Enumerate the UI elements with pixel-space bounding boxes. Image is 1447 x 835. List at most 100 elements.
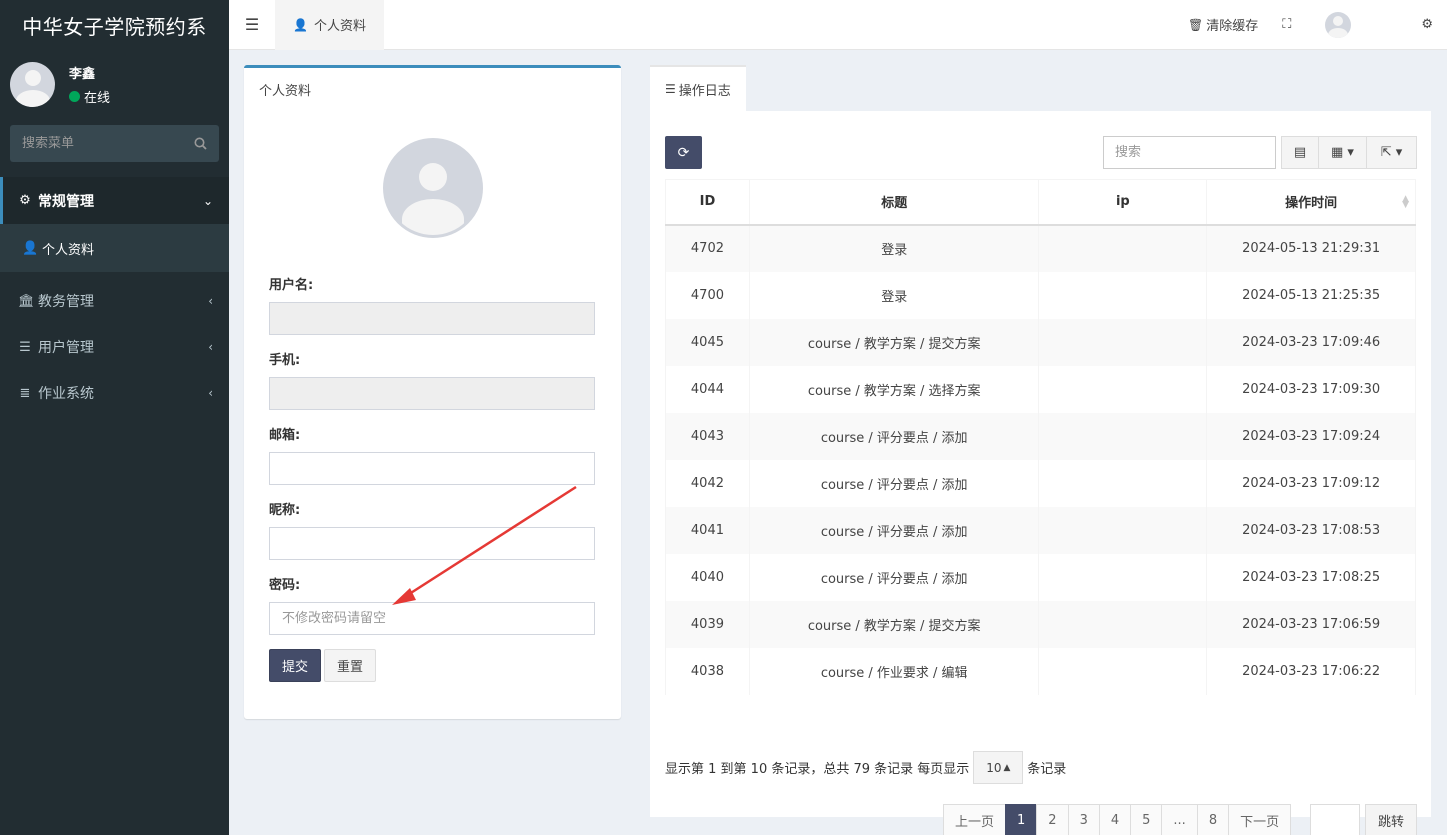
jump-page-input[interactable] [1310, 804, 1360, 835]
profile-card-title: 个人资料 [259, 84, 312, 99]
table-cell-ip [1038, 600, 1208, 648]
cogs-icon: ⚙ [19, 193, 31, 208]
column-header-ip[interactable]: ip [1038, 179, 1208, 226]
menu-toggle-icon[interactable]: ☰ [229, 0, 275, 50]
table-cell-id: 4040 [665, 553, 750, 601]
mobile-field[interactable] [269, 377, 595, 410]
table-row[interactable]: 4700 登录 2024-05-13 21:25:35 [665, 271, 1416, 319]
table-cell-title: 登录 [748, 224, 1040, 272]
table-cell-id: 4039 [665, 600, 750, 648]
page-button[interactable]: 4 [1098, 804, 1132, 835]
log-panel: ☰ 操作日志 ⟳ ▤ ▦ ▾ ⇱ ▾ ID 标题 ip 操作时间 ▲▼ [650, 65, 1431, 835]
column-header-id[interactable]: ID [665, 179, 750, 226]
table-cell-ip [1038, 365, 1208, 413]
table-row[interactable]: 4702 登录 2024-05-13 21:29:31 [665, 224, 1416, 272]
table-cell-title: course / 评分要点 / 添加 [748, 506, 1040, 554]
online-status-icon [69, 90, 80, 102]
username-field[interactable] [269, 302, 595, 335]
username-label: 用户名: [269, 278, 314, 293]
table-row[interactable]: 4038 course / 作业要求 / 编辑 2024-03-23 17:06:2… [665, 647, 1416, 695]
email-field[interactable] [269, 452, 595, 485]
table-row[interactable]: 4039 course / 教学方案 / 提交方案 2024-03-23 17:06… [665, 600, 1416, 648]
column-header-time[interactable]: 操作时间 ▲ ▼ [1206, 179, 1416, 226]
password-label: 密码: [269, 578, 301, 593]
settings-icon[interactable]: ⚙ [1409, 0, 1447, 50]
sidebar-item-homework[interactable]: ≣ 作业系统 ‹ [0, 370, 229, 416]
jump-button[interactable]: 跳转 [1365, 804, 1417, 835]
app-title[interactable]: 中华女子学院预约系 [0, 0, 229, 50]
page-size-select[interactable]: 10 ▲ [973, 751, 1024, 784]
table-cell-time: 2024-03-23 17:09:12 [1206, 459, 1416, 507]
clear-cache-label: 清除缓存 [1206, 19, 1259, 34]
user-name: 李鑫 [69, 66, 96, 82]
column-header-title[interactable]: 标题 [748, 179, 1040, 226]
toggle-view-button[interactable]: ▤ [1281, 136, 1319, 169]
table-row[interactable]: 4040 course / 评分要点 / 添加 2024-03-23 17:08:2… [665, 553, 1416, 601]
sidebar-item-label: 教务管理 [38, 294, 94, 310]
table-cell-ip [1038, 412, 1208, 460]
submit-button[interactable]: 提交 [269, 649, 321, 682]
table-row[interactable]: 4044 course / 教学方案 / 选择方案 2024-03-23 17:09… [665, 365, 1416, 413]
database-icon: ≣ [19, 385, 31, 401]
chevron-down-icon: ⌄ [202, 193, 213, 208]
page-button[interactable]: 1 [1005, 804, 1038, 835]
sidebar-menu: ⚙ 常规管理 ⌄ 👤 个人资料 🏛 教务管理 ‹ ☰ 用户管理 ‹ ≣ 作业系统… [0, 177, 229, 416]
fullscreen-icon[interactable]: ⛶ [1270, 0, 1303, 50]
prev-page-button[interactable]: 上一页 [943, 804, 1007, 835]
tab-profile[interactable]: 👤 个人资料 [275, 0, 384, 50]
export-button[interactable]: ⇱ ▾ [1367, 136, 1417, 169]
user-avatar-icon[interactable] [1325, 11, 1352, 38]
sidebar-search-input[interactable] [22, 136, 194, 151]
table-row[interactable]: 4041 course / 评分要点 / 添加 2024-03-23 17:08:5… [665, 506, 1416, 554]
page-button[interactable]: 5 [1130, 804, 1163, 835]
user-status: 在线 [69, 87, 110, 106]
list-icon: ☰ [19, 339, 31, 355]
sidebar-item-users[interactable]: ☰ 用户管理 ‹ [0, 324, 229, 370]
table-cell-title: course / 评分要点 / 添加 [748, 553, 1040, 601]
chevron-left-icon: ‹ [208, 294, 213, 308]
table-row[interactable]: 4045 course / 教学方案 / 提交方案 2024-03-23 17:09… [665, 318, 1416, 366]
table-cell-ip [1038, 459, 1208, 507]
user-icon: 👤 [293, 17, 308, 32]
sidebar-search [10, 125, 219, 162]
bank-icon: 🏛 [18, 293, 35, 309]
table-cell-id: 4041 [665, 506, 750, 554]
sort-icon[interactable]: ▲ ▼ [1402, 195, 1409, 210]
search-icon[interactable] [194, 137, 207, 150]
page-button[interactable]: 3 [1067, 804, 1100, 835]
table-cell-time: 2024-03-23 17:09:46 [1206, 318, 1416, 366]
clear-cache-button[interactable]: 🗑 清除缓存 [1176, 0, 1270, 50]
columns-button[interactable]: ▦ ▾ [1319, 136, 1367, 169]
page-button[interactable]: 2 [1036, 804, 1069, 835]
sidebar-item-profile[interactable]: 👤 个人资料 [0, 224, 229, 272]
table-cell-id: 4700 [665, 271, 750, 319]
list-icon: ☰ [665, 82, 676, 96]
user-panel: 李鑫 在线 [0, 50, 229, 118]
table-cell-time: 2024-03-23 17:06:22 [1206, 647, 1416, 695]
next-page-button[interactable]: 下一页 [1228, 804, 1292, 835]
trash-icon: 🗑 [1187, 17, 1204, 32]
table-row[interactable]: 4042 course / 评分要点 / 添加 2024-03-23 17:09:1… [665, 459, 1416, 507]
reset-button[interactable]: 重置 [324, 649, 376, 682]
table-cell-title: course / 评分要点 / 添加 [748, 459, 1040, 507]
card-view-icon: ▤ [1293, 145, 1307, 160]
sidebar-item-academic[interactable]: 🏛 教务管理 ‹ [0, 278, 229, 324]
pagination-info-text: 显示第 1 到第 10 条记录，总共 79 条记录 每页显示 [665, 762, 970, 777]
refresh-button[interactable]: ⟳ [665, 136, 702, 169]
table-cell-ip [1038, 271, 1208, 319]
table-cell-title: course / 教学方案 / 选择方案 [748, 365, 1040, 413]
table-cell-time: 2024-03-23 17:08:53 [1206, 506, 1416, 554]
page-button[interactable]: 8 [1196, 804, 1230, 835]
table-cell-ip [1038, 553, 1208, 601]
nickname-label: 昵称: [269, 503, 301, 518]
tab-operation-log[interactable]: ☰ 操作日志 [650, 65, 746, 111]
profile-avatar[interactable] [383, 138, 483, 238]
log-search-input[interactable] [1103, 136, 1276, 169]
table-row[interactable]: 4043 course / 评分要点 / 添加 2024-03-23 17:09:2… [665, 412, 1416, 460]
password-field[interactable] [269, 602, 595, 635]
table-cell-ip [1038, 318, 1208, 366]
sidebar-item-label: 常规管理 [38, 193, 94, 210]
sidebar-item-general[interactable]: ⚙ 常规管理 ⌄ [0, 177, 229, 224]
nickname-field[interactable] [269, 527, 595, 560]
chevron-left-icon: ‹ [208, 340, 213, 354]
